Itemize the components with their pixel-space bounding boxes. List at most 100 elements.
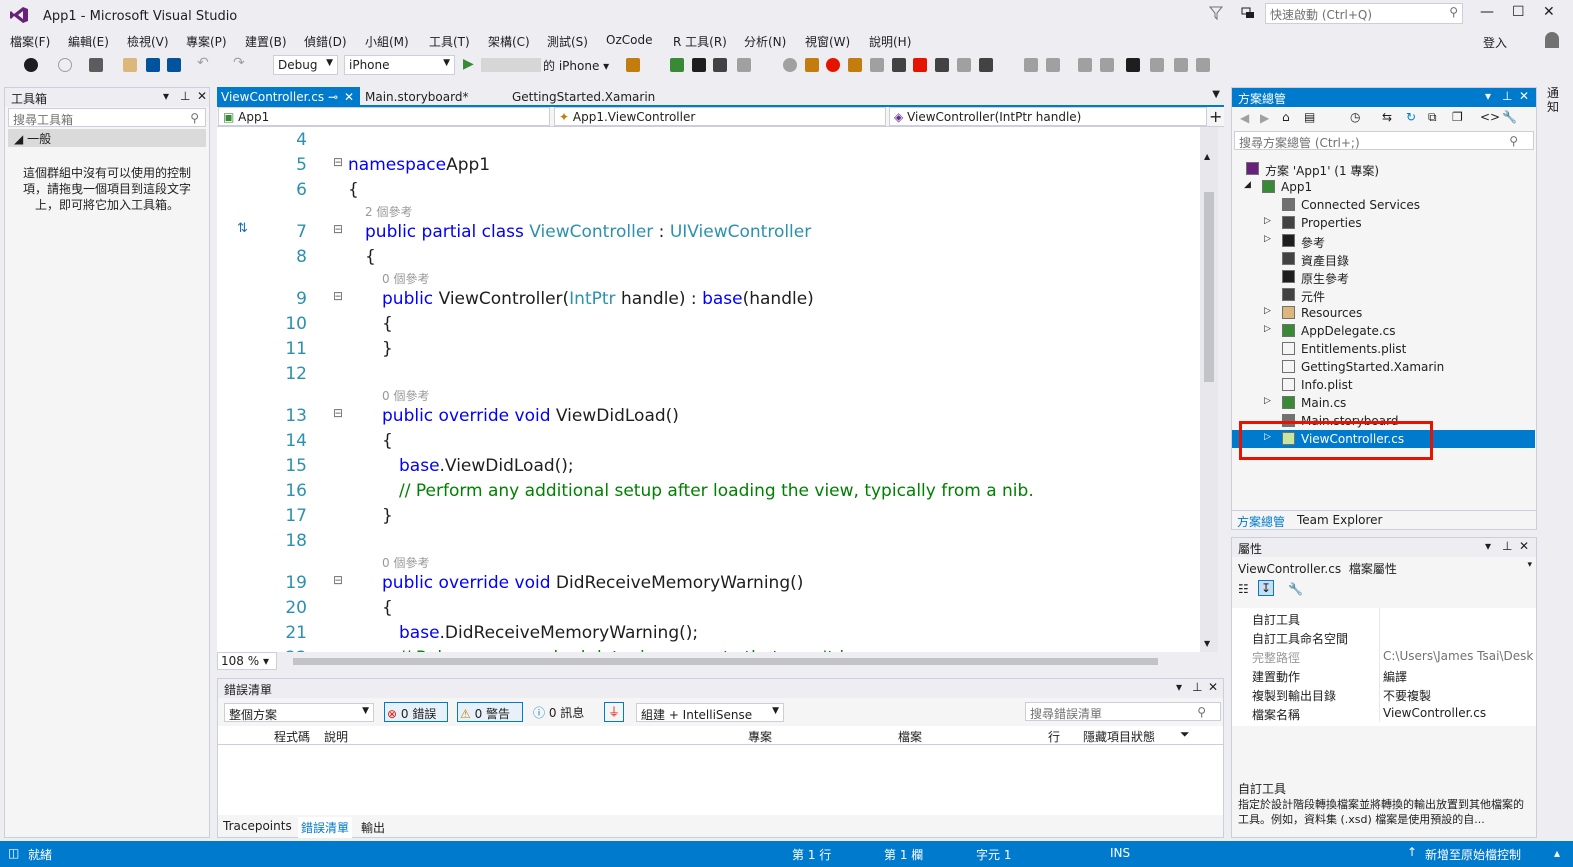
- undo-icon[interactable]: ↶: [197, 55, 211, 71]
- tab-overflow-icon[interactable]: ▼: [1212, 89, 1220, 100]
- show-all-files-icon[interactable]: ❐: [1452, 110, 1463, 124]
- tree-item[interactable]: 方案 'App1' (1 專案): [1232, 160, 1535, 178]
- minimize-button[interactable]: —: [1480, 4, 1494, 20]
- menu-help[interactable]: 說明(H): [869, 33, 911, 50]
- chevron-down-icon[interactable]: ▾: [1485, 89, 1491, 103]
- collapsed-arrow-icon[interactable]: ▷: [1264, 396, 1271, 406]
- forward-icon[interactable]: [58, 58, 72, 72]
- menu-file[interactable]: 檔案(F): [10, 33, 50, 50]
- toolbox-search-input[interactable]: 搜尋工具箱 ⚲: [8, 108, 206, 127]
- collapse-outline-icon[interactable]: ⊟: [333, 155, 343, 169]
- save-all-icon[interactable]: [167, 58, 181, 72]
- horizontal-scrollbar[interactable]: [293, 658, 1158, 665]
- tree-item[interactable]: ▷ Resources: [1232, 304, 1535, 322]
- vertical-scrollbar[interactable]: ▲ ▼: [1200, 127, 1218, 652]
- device-log-icon[interactable]: [670, 58, 684, 72]
- tree-item[interactable]: 原生參考: [1232, 268, 1535, 286]
- col-project[interactable]: 專案: [748, 728, 772, 745]
- chevron-down-icon[interactable]: ▾: [163, 89, 169, 103]
- errors-filter-button[interactable]: ⊗ 0 錯誤: [384, 702, 448, 722]
- pin-icon[interactable]: ⊥: [1502, 539, 1512, 553]
- menu-team[interactable]: 小組(M): [365, 33, 409, 50]
- tree-item[interactable]: GettingStarted.Xamarin: [1232, 358, 1535, 376]
- menu-tools[interactable]: 工具(T): [429, 33, 470, 50]
- outdent-icon[interactable]: [1046, 58, 1060, 72]
- tree-item[interactable]: 元件: [1232, 286, 1535, 304]
- collapsed-arrow-icon[interactable]: ▷: [1264, 432, 1271, 442]
- chevron-down-icon[interactable]: ▾: [1176, 680, 1182, 694]
- solution-search-input[interactable]: 搜尋方案總管 (Ctrl+;) ⚲: [1234, 131, 1534, 150]
- back-icon[interactable]: ◀: [1240, 111, 1249, 125]
- comment-out-icon[interactable]: [1078, 58, 1092, 72]
- col-code[interactable]: 程式碼: [274, 728, 310, 745]
- menu-architecture[interactable]: 架構(C): [488, 33, 530, 50]
- close-icon[interactable]: ✕: [1519, 89, 1529, 103]
- open-file-icon[interactable]: [123, 58, 137, 72]
- comment-icon[interactable]: [979, 58, 993, 72]
- add-source-control-button[interactable]: 新增至原始檔控制: [1425, 846, 1521, 863]
- close-icon[interactable]: ✕: [344, 90, 354, 104]
- new-project-icon[interactable]: [89, 58, 103, 72]
- clear-bookmarks-icon[interactable]: [1196, 58, 1210, 72]
- feedback-icon[interactable]: [1208, 5, 1224, 21]
- scroll-down-icon[interactable]: ▼: [1204, 639, 1210, 648]
- home-icon[interactable]: ⌂: [1282, 110, 1290, 124]
- sync-icon[interactable]: ⇆: [1382, 110, 1392, 124]
- ios-simulator-icon[interactable]: [692, 58, 706, 72]
- magic-wand-icon[interactable]: [848, 58, 862, 72]
- next-bookmark-icon[interactable]: [1174, 58, 1188, 72]
- tree-item[interactable]: Info.plist: [1232, 376, 1535, 394]
- error-scope-select[interactable]: 整個方案 ▼: [224, 703, 374, 722]
- alphabetical-icon[interactable]: ↧: [1258, 580, 1275, 596]
- pin-icon[interactable]: ⊥: [1502, 89, 1512, 103]
- property-row[interactable]: 自訂工具: [1232, 608, 1535, 627]
- codelens-hint[interactable]: 0 個參考: [382, 554, 429, 571]
- tab-solution-explorer[interactable]: 方案總管: [1237, 513, 1285, 530]
- menu-debug[interactable]: 偵錯(D): [304, 33, 347, 50]
- notifications-tab[interactable]: 通知: [1547, 86, 1561, 114]
- close-button[interactable]: ✕: [1543, 4, 1555, 20]
- tree-item[interactable]: Entitlements.plist: [1232, 340, 1535, 358]
- column-filter-icon[interactable]: ⏷: [1180, 727, 1190, 742]
- scrollbar-thumb[interactable]: [1204, 192, 1214, 382]
- property-row[interactable]: 自訂工具命名空間: [1232, 627, 1535, 646]
- codelens-hint[interactable]: 0 個參考: [382, 270, 429, 287]
- notification-icon[interactable]: [1240, 5, 1256, 21]
- archive-icon[interactable]: [737, 58, 751, 72]
- properties-wrench-icon[interactable]: 🔧: [1502, 110, 1517, 124]
- menu-window[interactable]: 視窗(W): [805, 33, 850, 50]
- redo-icon[interactable]: ↷: [233, 55, 247, 71]
- pending-changes-icon[interactable]: ◷: [1350, 110, 1360, 124]
- solution-platform-select[interactable]: iPhone ▼: [344, 55, 455, 75]
- warnings-filter-button[interactable]: ⚠ 0 警告: [457, 702, 523, 722]
- collapse-outline-icon[interactable]: ⊟: [333, 289, 343, 303]
- tab-tracepoints[interactable]: Tracepoints: [223, 819, 292, 833]
- tree-item[interactable]: Connected Services: [1232, 196, 1535, 214]
- compare-icon[interactable]: [957, 58, 971, 72]
- reference-hint[interactable]: 0 個參考: [217, 386, 1200, 403]
- toolbox-group-header[interactable]: ◢ 一般: [8, 129, 206, 147]
- quick-launch-input[interactable]: 快速啟動 (Ctrl+Q) ⚲: [1265, 3, 1463, 24]
- code-area[interactable]: 4 5 namespaceApp1 ⊟ 6{2 個參考 7 public partial c…: [217, 127, 1200, 652]
- reference-hint[interactable]: 0 個參考: [217, 553, 1200, 570]
- prev-bookmark-icon[interactable]: [1150, 58, 1164, 72]
- col-description[interactable]: 說明: [324, 728, 348, 745]
- device-select[interactable]: 的 iPhone ▾: [543, 57, 609, 74]
- close-icon[interactable]: ✕: [197, 89, 207, 103]
- menu-analyze[interactable]: 分析(N): [744, 33, 786, 50]
- pin-icon[interactable]: ⊥: [1192, 680, 1202, 694]
- menu-build[interactable]: 建置(B): [245, 33, 287, 50]
- col-suppression[interactable]: 隱藏項目狀態: [1083, 728, 1155, 745]
- collapse-outline-icon[interactable]: ⊟: [333, 222, 343, 236]
- filter-icon[interactable]: ⏚: [604, 702, 624, 722]
- profiler-icon[interactable]: [805, 58, 819, 72]
- split-icon[interactable]: +: [1209, 107, 1222, 126]
- error-search-input[interactable]: 搜尋錯誤清單 ⚲: [1025, 702, 1221, 721]
- forward-icon[interactable]: ▶: [1260, 111, 1269, 125]
- menu-view[interactable]: 檢視(V): [127, 33, 169, 50]
- collapsed-arrow-icon[interactable]: ▷: [1264, 216, 1271, 226]
- tree-item[interactable]: ▷ AppDelegate.cs: [1232, 322, 1535, 340]
- chevron-down-icon[interactable]: ▾: [1485, 539, 1491, 553]
- start-debug-icon[interactable]: ▶: [463, 56, 474, 72]
- tab-viewcontroller-cs[interactable]: ViewController.cs ⊸ ✕: [217, 87, 360, 105]
